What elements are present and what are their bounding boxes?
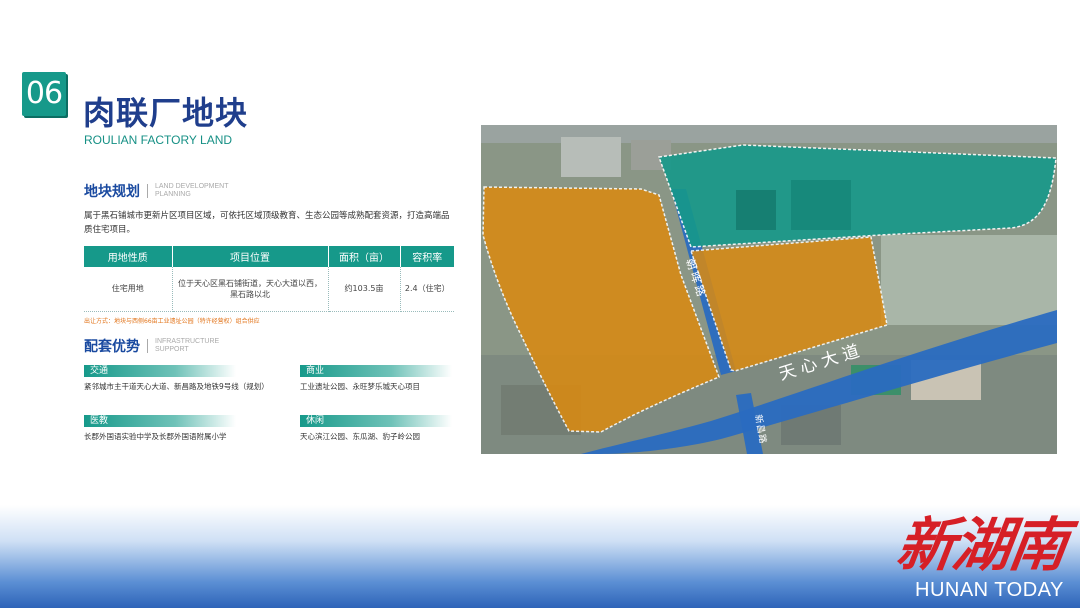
facilities-heading: 配套优势 INFRASTRUCTURE SUPPORT <box>84 336 245 356</box>
hunan-today-logo-en: HUNAN TODAY <box>915 579 1064 601</box>
heading-divider <box>147 339 148 353</box>
facilities-title: 配套优势 <box>84 339 140 355</box>
table-cell: 住宅用地 <box>84 267 173 312</box>
page-title: 肉联厂地块 <box>83 94 249 132</box>
table-cell: 位于天心区黑石铺街道，天心大道以西，黑石路以北 <box>172 267 329 312</box>
land-info-table: 用地性质 项目位置 面积（亩） 容积率 住宅用地 位于天心区黑石铺街道，天心大道… <box>84 246 454 312</box>
planning-heading: 地块规划 LAND DEVELOPMENT PLANNING <box>84 181 245 201</box>
table-header-cell: 项目位置 <box>172 246 329 267</box>
table-header-cell: 用地性质 <box>84 246 173 267</box>
page-subtitle: ROULIAN FACTORY LAND <box>84 133 233 147</box>
facility-text-education: 长郡外国语实验中学及长郡外国语附属小学 <box>84 432 227 441</box>
hunan-today-logo: 新湖南 <box>892 511 1071 579</box>
planning-title-en: LAND DEVELOPMENT PLANNING <box>155 183 229 198</box>
facilities-title-en: INFRASTRUCTURE SUPPORT <box>155 338 220 353</box>
facility-text-transport: 紧邻城市主干道天心大道、新昌路及地铁9号线（规划） <box>84 382 269 391</box>
table-note: 出让方式：地块与西侧66亩工业遗址公园（特许经营权）组合供应 <box>84 318 260 325</box>
table-row: 住宅用地 位于天心区黑石铺街道，天心大道以西，黑石路以北 约103.5亩 2.4… <box>84 267 454 312</box>
facility-tag-leisure: 休闲 <box>300 415 452 427</box>
table-header-row: 用地性质 项目位置 面积（亩） 容积率 <box>84 246 454 267</box>
heading-divider <box>147 184 148 198</box>
cleared-site <box>881 235 1057 325</box>
factory-building <box>791 180 851 230</box>
map-svg: 天心大道 朝晖路 新昌路 <box>481 125 1057 454</box>
table-header-cell: 面积（亩） <box>328 246 401 267</box>
facility-tag-transport: 交通 <box>84 365 236 377</box>
section-number-badge: 06 <box>22 72 66 116</box>
facility-tag-commerce: 商业 <box>300 365 452 377</box>
aerial-map: 天心大道 朝晖路 新昌路 <box>481 125 1057 454</box>
factory-building <box>736 190 776 230</box>
table-header-cell: 容积率 <box>400 246 454 267</box>
table-cell: 2.4（住宅） <box>400 267 454 312</box>
facility-text-leisure: 天心滨江公园、东瓜湖、豹子岭公园 <box>300 432 420 441</box>
planning-description: 属于黑石铺城市更新片区项目区域，可依托区域顶级教育、生态公园等成熟配套资源，打造… <box>84 211 450 235</box>
building-block <box>561 137 621 177</box>
table-cell: 约103.5亩 <box>328 267 401 312</box>
facility-tag-education: 医教 <box>84 415 236 427</box>
planning-title: 地块规划 <box>84 184 140 200</box>
facility-text-commerce: 工业遗址公园、永旺梦乐城天心项目 <box>300 382 420 391</box>
